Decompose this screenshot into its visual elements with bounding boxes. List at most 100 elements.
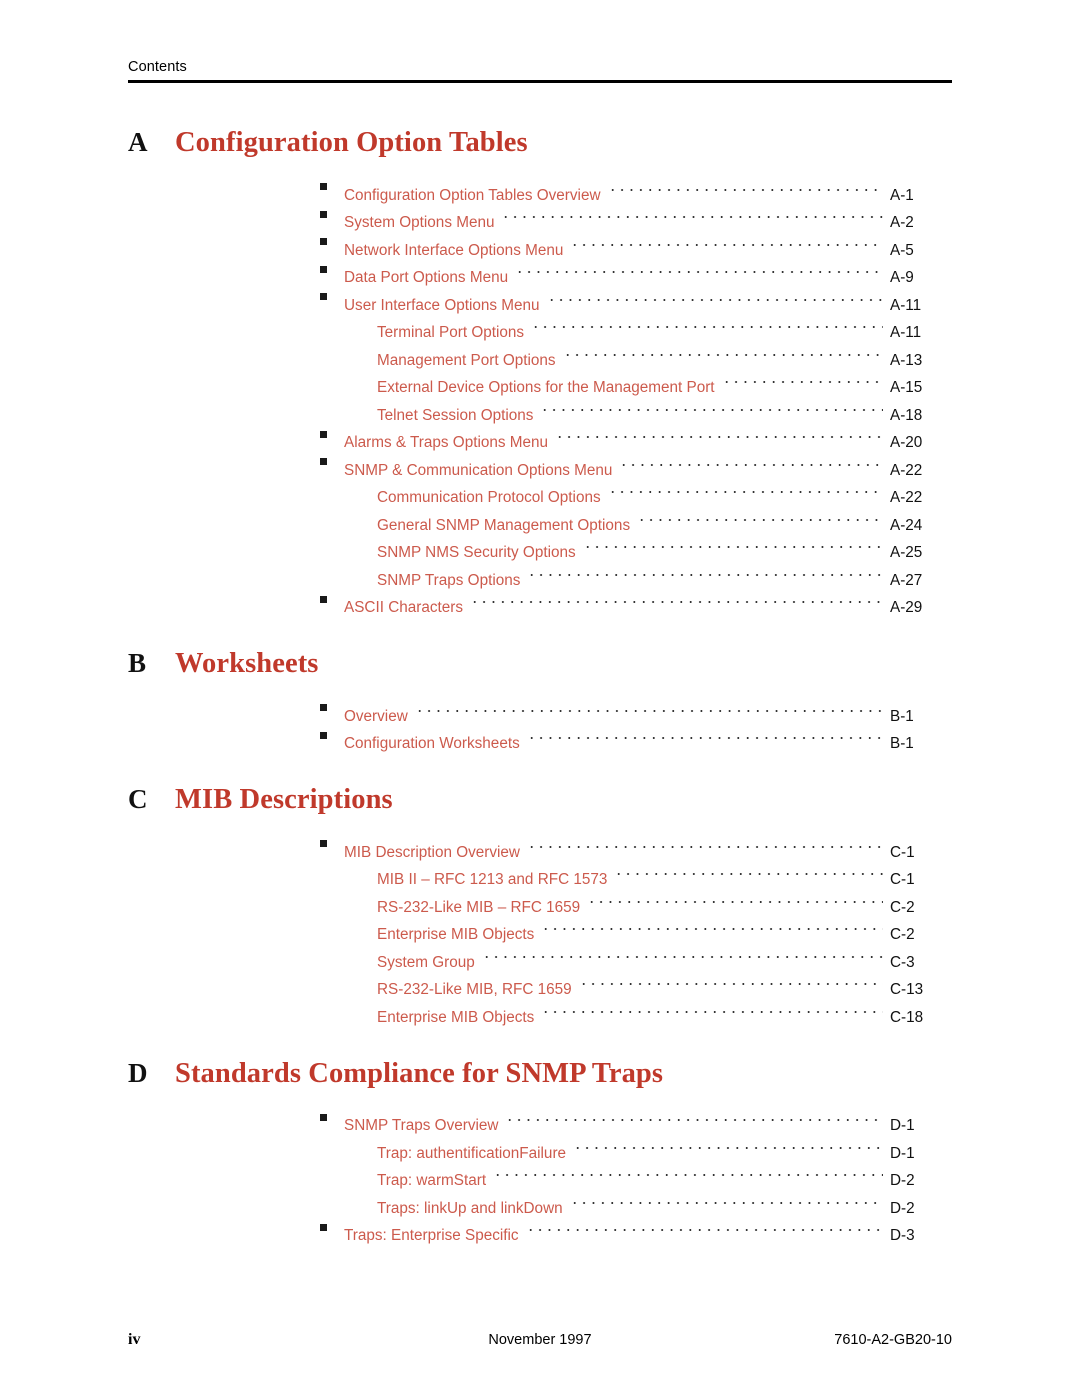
- appendix-section-d: D Standards Compliance for SNMP Traps SNMP…: [128, 1056, 952, 1245]
- toc-entry[interactable]: User Interface Options Menu A-11: [128, 282, 952, 314]
- leader-dots: [505, 1103, 883, 1131]
- leader-dots: [531, 310, 883, 338]
- leader-dots: [493, 1158, 883, 1186]
- running-header: Contents: [128, 58, 952, 83]
- bullet-square-icon: [320, 420, 344, 448]
- toc-entry-label: SNMP & Communication Options Menu: [344, 461, 613, 479]
- table-of-contents: A Configuration Option Tables Configuratio…: [128, 125, 952, 1245]
- bullet-square-icon: [320, 721, 344, 749]
- toc-entry[interactable]: Configuration Option Tables Overview A-1: [128, 172, 952, 204]
- toc-entry[interactable]: Management Port Options A-13: [128, 337, 952, 369]
- toc-page-number: A-18: [890, 406, 923, 424]
- bullet-spacer: [353, 502, 377, 530]
- document-page: Contents A Configuration Option Tables Con…: [0, 0, 1080, 1397]
- bullet-square-icon: [320, 282, 344, 310]
- toc-entry-list: SNMP Traps Overview D-1 Trap: authentifica…: [128, 1103, 952, 1244]
- bullet-spacer: [353, 939, 377, 967]
- page-footer: iv November 1997 7610-A2-GB20-10: [128, 1331, 952, 1349]
- toc-entry-label: Enterprise MIB Objects: [377, 1008, 535, 1026]
- leader-dots: [721, 365, 883, 393]
- toc-entry[interactable]: Configuration Worksheets B-1: [128, 721, 952, 752]
- leader-dots: [582, 530, 883, 558]
- appendix-heading: C MIB Descriptions: [128, 782, 952, 817]
- appendix-letter: C: [128, 784, 148, 814]
- toc-entry[interactable]: MIB Description Overview C-1: [128, 829, 952, 861]
- leader-dots: [481, 939, 883, 967]
- toc-page-number: A-11: [890, 296, 922, 314]
- toc-entry-label: Communication Protocol Options: [377, 489, 601, 506]
- toc-entry-label: ASCII Characters: [344, 599, 464, 616]
- toc-page-number: A-5: [890, 241, 914, 259]
- toc-entry[interactable]: ASCII Characters A-29: [128, 585, 952, 616]
- toc-page-number: A-15: [890, 379, 923, 396]
- toc-entry[interactable]: MIB II – RFC 1213 and RFC 1573 C-1: [128, 857, 952, 888]
- toc-entry[interactable]: Data Port Options Menu A-9: [128, 255, 952, 286]
- toc-entry[interactable]: Traps: linkUp and linkDown D-2: [128, 1185, 952, 1217]
- toc-entry[interactable]: Telnet Session Options A-18: [128, 392, 952, 424]
- toc-entry[interactable]: Terminal Port Options A-11: [128, 310, 952, 341]
- bullet-square-icon: [320, 255, 344, 283]
- bullet-spacer: [353, 1158, 377, 1186]
- appendix-title[interactable]: Standards Compliance for SNMP Traps: [175, 1057, 663, 1091]
- toc-entry[interactable]: SNMP Traps Options A-27: [128, 557, 952, 589]
- bullet-spacer: [353, 912, 377, 940]
- toc-entry[interactable]: Network Interface Options Menu A-5: [128, 227, 952, 259]
- leader-dots: [573, 1130, 883, 1158]
- bullet-spacer: [353, 1130, 377, 1158]
- leader-dots: [515, 255, 883, 283]
- bullet-spacer: [353, 530, 377, 558]
- toc-list: Configuration Option Tables Overview A-1 S…: [128, 172, 952, 616]
- leader-dots: [541, 994, 883, 1022]
- toc-page-number: D-2: [890, 1172, 915, 1189]
- toc-entry[interactable]: Trap: authentificationFailure D-1: [128, 1130, 952, 1162]
- bullet-square-icon: [320, 693, 344, 721]
- toc-page-number: B-1: [890, 707, 914, 725]
- toc-entry[interactable]: RS-232-Like MIB, RFC 1659 C-13: [128, 967, 952, 998]
- toc-entry-label: MIB II – RFC 1213 and RFC 1573: [377, 871, 608, 888]
- toc-page-number: C-1: [890, 843, 915, 861]
- toc-entry-label: System Options Menu: [344, 214, 495, 231]
- toc-entry-label: Configuration Worksheets: [344, 735, 520, 752]
- bullet-square-icon: [320, 1213, 344, 1241]
- bullet-spacer: [353, 310, 377, 338]
- toc-entry-label: System Group: [377, 953, 475, 971]
- appendix-title[interactable]: MIB Descriptions: [175, 783, 393, 817]
- toc-entry-list: Overview B-1 Configuration Worksheets B-1: [128, 693, 952, 752]
- toc-page-number: D-1: [890, 1117, 915, 1134]
- toc-entry-label: Alarms & Traps Options Menu: [344, 434, 549, 451]
- leader-dots: [607, 475, 883, 503]
- toc-entry[interactable]: System Group C-3: [128, 939, 952, 971]
- toc-page-number: A-27: [890, 571, 923, 589]
- toc-entry-label: Traps: Enterprise Specific: [344, 1227, 519, 1244]
- bullet-square-icon: [320, 172, 344, 200]
- toc-entry[interactable]: Overview B-1: [128, 693, 952, 725]
- toc-page-number: D-3: [890, 1227, 915, 1244]
- toc-entry[interactable]: Traps: Enterprise Specific D-3: [128, 1213, 952, 1244]
- leader-dots: [525, 1213, 883, 1241]
- appendix-title[interactable]: Configuration Option Tables: [175, 126, 528, 160]
- bullet-square-icon: [320, 447, 344, 475]
- bullet-spacer: [353, 967, 377, 995]
- toc-page-number: C-2: [890, 898, 915, 916]
- bullet-square-icon: [320, 1103, 344, 1131]
- toc-page-number: B-1: [890, 735, 914, 752]
- leader-dots: [569, 1185, 883, 1213]
- toc-entry[interactable]: System Options Menu A-2: [128, 200, 952, 231]
- toc-entry[interactable]: Trap: warmStart D-2: [128, 1158, 952, 1189]
- toc-page-number: A-22: [890, 461, 923, 479]
- leader-dots: [470, 585, 883, 613]
- toc-entry[interactable]: SNMP Traps Overview D-1: [128, 1103, 952, 1134]
- bullet-spacer: [353, 857, 377, 885]
- toc-page-number: D-2: [890, 1199, 915, 1217]
- leader-dots: [541, 912, 883, 940]
- toc-entry[interactable]: Alarms & Traps Options Menu A-20: [128, 420, 952, 451]
- bullet-square-icon: [320, 829, 344, 857]
- toc-page-number: D-1: [890, 1144, 915, 1162]
- header-label: Contents: [128, 59, 187, 75]
- toc-entry-label: Management Port Options: [377, 351, 556, 369]
- bullet-spacer: [353, 475, 377, 503]
- bullet-spacer: [353, 884, 377, 912]
- appendix-letter: D: [128, 1057, 148, 1088]
- appendix-title[interactable]: Worksheets: [175, 647, 319, 681]
- appendix-heading: D Standards Compliance for SNMP Traps: [128, 1056, 952, 1091]
